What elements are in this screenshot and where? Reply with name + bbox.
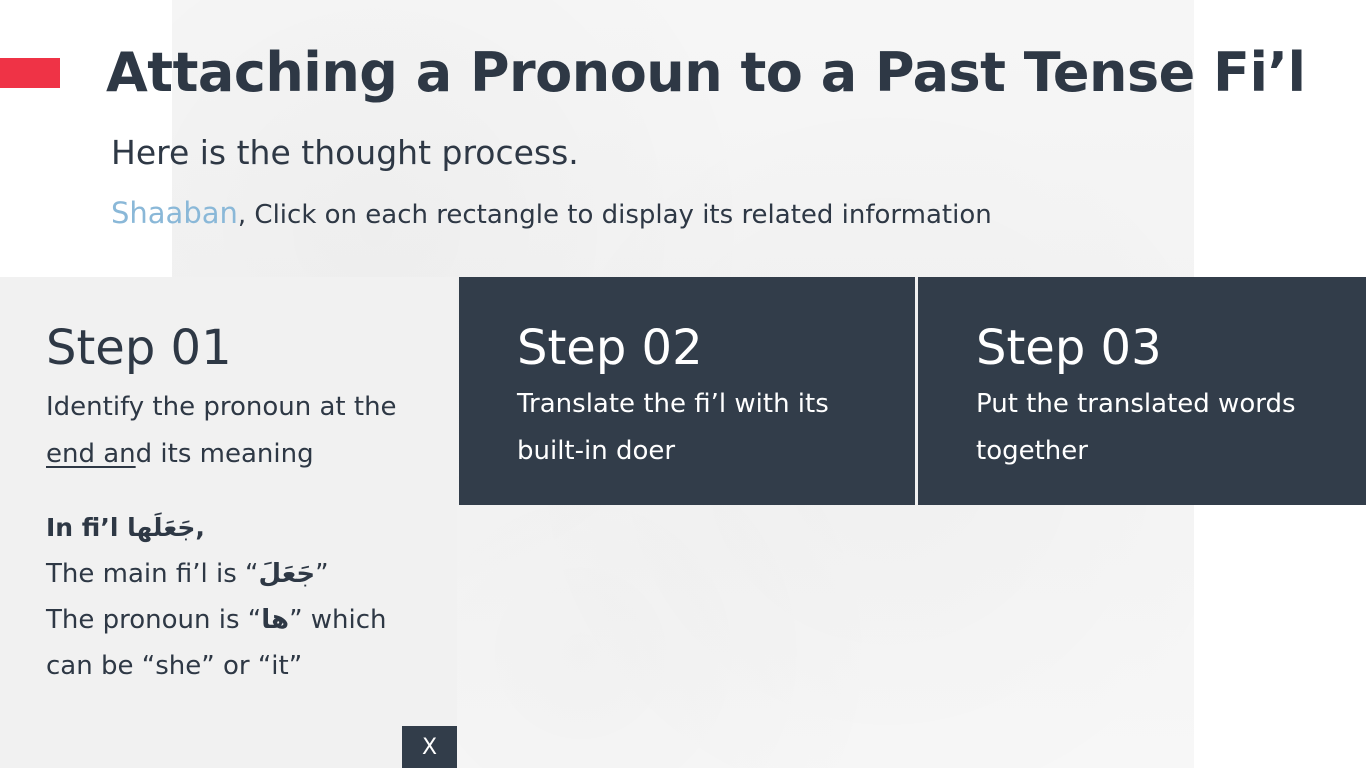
step-03-description: Put the translated words together — [976, 381, 1296, 475]
example-lead-end: , — [195, 513, 205, 542]
step-02-panel[interactable]: Step 02 Translate the fi’l with its buil… — [459, 277, 915, 505]
example-main-suffix: ” — [315, 559, 329, 589]
example-pronoun-suffix: ” which — [289, 605, 387, 635]
example-pronoun-line: The pronoun is “ها” which — [46, 597, 387, 643]
user-name: Shaaban — [111, 196, 238, 230]
example-main-line: The main fi’l is “جَعَلَ” — [46, 551, 387, 597]
step-02-description: Translate the fi’l with its built-in doe… — [517, 381, 829, 475]
example-lead-text: In fi’l — [46, 513, 128, 542]
example-main-prefix: The main fi’l is “ — [46, 559, 259, 589]
step-03-desc-line2: together — [976, 436, 1088, 466]
example-pronoun-prefix: The pronoun is “ — [46, 605, 262, 635]
instruction-text: Shaaban, Click on each rectangle to disp… — [111, 195, 992, 233]
accent-bar — [0, 58, 60, 88]
step-01-title: Step 01 — [46, 320, 232, 376]
step-01-desc-underlined: end an — [46, 439, 136, 469]
step-02-desc-line2: built-in doer — [517, 436, 676, 466]
example-meaning-line: can be “she” or “it” — [46, 651, 303, 681]
step-02-title: Step 02 — [517, 320, 703, 376]
step-01-desc-line1: Identify the pronoun at the — [46, 392, 397, 422]
step-01-desc-line2: d its meaning — [135, 439, 314, 469]
page-subtitle: Here is the thought process. — [111, 133, 579, 172]
step-02-desc-line1: Translate the fi’l with its — [517, 389, 829, 419]
step-01-description: Identify the pronoun at the end and its … — [46, 384, 397, 478]
instruction-label: , Click on each rectangle to display its… — [237, 200, 992, 230]
example-lead-line: In fi’l جَعَلَها, — [46, 505, 387, 551]
example-lead-arabic: جَعَلَها — [127, 513, 196, 542]
slide: Attaching a Pronoun to a Past Tense Fi’l… — [0, 0, 1366, 768]
step-01-example: In fi’l جَعَلَها, The main fi’l is “جَعَ… — [46, 505, 387, 689]
step-03-title: Step 03 — [976, 320, 1162, 376]
step-01-panel[interactable]: Step 01 Identify the pronoun at the end … — [0, 277, 457, 768]
close-button[interactable]: X — [402, 726, 457, 768]
step-03-panel[interactable]: Step 03 Put the translated words togethe… — [918, 277, 1366, 505]
step-03-desc-line1: Put the translated words — [976, 389, 1296, 419]
example-pronoun-arabic: ها — [261, 605, 290, 635]
example-main-arabic: جَعَلَ — [258, 559, 316, 589]
page-title: Attaching a Pronoun to a Past Tense Fi’l — [106, 41, 1306, 104]
